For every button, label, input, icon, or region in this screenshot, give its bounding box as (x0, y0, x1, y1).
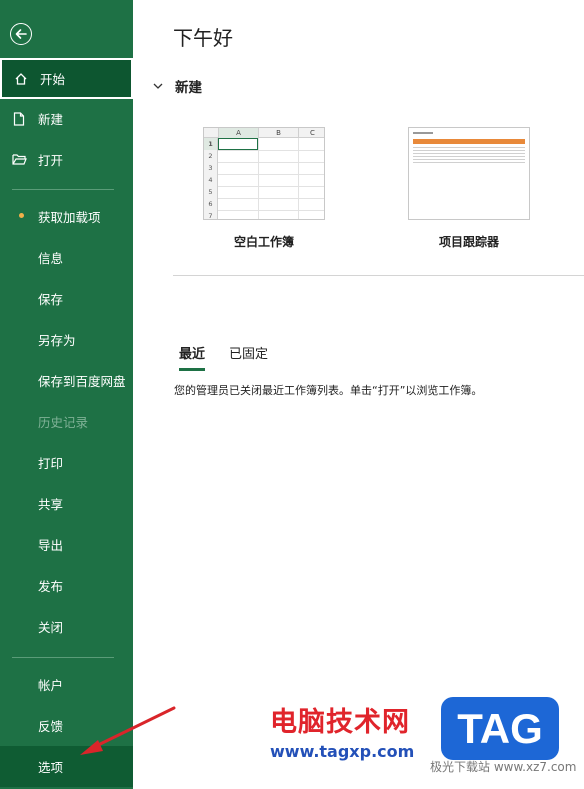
nav-home[interactable]: 开始 (0, 58, 133, 99)
thumbnail-row (413, 156, 525, 157)
thumbnail-header-band (413, 139, 525, 144)
section-divider (173, 275, 584, 276)
open-folder-icon (0, 153, 38, 166)
nav-label: 打印 (38, 456, 64, 471)
row-header: 1 (204, 138, 218, 150)
nav-new[interactable]: 新建 (0, 98, 133, 139)
watermark-small-text: 极光下载站 www.xz7.com (430, 760, 577, 774)
row-header: 2 (204, 150, 218, 162)
selected-cell (218, 138, 258, 150)
nav-label: 发布 (38, 579, 64, 594)
recent-disabled-message: 您的管理员已关闭最近工作簿列表。单击“打开”以浏览工作簿。 (174, 384, 483, 397)
chevron-down-icon (153, 83, 165, 89)
template-label: 空白工作簿 (233, 235, 294, 249)
row-header: 4 (204, 174, 218, 186)
column-header: A (218, 128, 258, 138)
row-header: 7 (204, 210, 218, 219)
nav-close[interactable]: 关闭 (0, 606, 133, 647)
nav-publish[interactable]: 发布 (0, 565, 133, 606)
notification-dot (19, 213, 24, 218)
grid-line (298, 138, 299, 219)
backstage-sidebar: 开始 新建 打开 获取加载项 信息 保存 另存为 保存到百度网盘 历史记录 打印… (0, 0, 133, 789)
nav-label: 获取加载项 (38, 210, 101, 225)
grid-line (218, 186, 324, 187)
nav-label: 信息 (38, 251, 64, 266)
grid-line (258, 138, 259, 219)
grid-line (218, 174, 324, 175)
new-document-icon (0, 111, 38, 126)
nav-share[interactable]: 共享 (0, 483, 133, 524)
nav-label: 保存到百度网盘 (38, 374, 126, 389)
thumbnail-row (413, 162, 525, 163)
blank-workbook-thumbnail: A B C 1 2 3 4 5 6 7 (203, 127, 325, 220)
sidebar-divider (12, 657, 114, 658)
column-header: C (298, 128, 324, 138)
nav-history: 历史记录 (0, 401, 133, 442)
nav-label: 帐户 (38, 678, 64, 693)
column-header-row: A B C (204, 128, 324, 138)
recent-tabs: 最近 已固定 (179, 343, 292, 371)
nav-label: 共享 (38, 497, 64, 512)
nav-save[interactable]: 保存 (0, 278, 133, 319)
sidebar-divider (12, 189, 114, 190)
nav-open[interactable]: 打开 (0, 139, 133, 180)
grid-line (218, 150, 324, 151)
template-project-tracker[interactable]: 项目跟踪器 (408, 127, 530, 250)
nav-label: 另存为 (38, 333, 76, 348)
nav-save-to-baidu[interactable]: 保存到百度网盘 (0, 360, 133, 401)
nav-label: 关闭 (38, 620, 64, 635)
project-tracker-thumbnail (408, 127, 530, 220)
grid-line (218, 198, 324, 199)
nav-label: 新建 (38, 112, 64, 127)
grid-line (218, 210, 324, 211)
nav-info[interactable]: 信息 (0, 237, 133, 278)
nav-label: 历史记录 (38, 415, 89, 430)
template-blank-workbook[interactable]: A B C 1 2 3 4 5 6 7 空白工作簿 (203, 127, 325, 250)
back-arrow-icon[interactable] (10, 23, 32, 45)
template-label: 项目跟踪器 (438, 235, 499, 249)
column-header: B (258, 128, 298, 138)
home-icon (2, 72, 40, 86)
row-header: 6 (204, 198, 218, 210)
tab-pinned[interactable]: 已固定 (229, 343, 268, 371)
grid-line (218, 162, 324, 163)
thumbnail-row (413, 159, 525, 160)
tab-recent[interactable]: 最近 (179, 343, 206, 371)
annotation-arrow-icon (80, 706, 176, 755)
nav-export[interactable]: 导出 (0, 524, 133, 565)
row-header: 5 (204, 186, 218, 198)
thumbnail-title-line (413, 132, 433, 134)
watermark-text: 电脑技术网 (270, 707, 410, 738)
nav-print[interactable]: 打印 (0, 442, 133, 483)
greeting-title: 下午好 (173, 26, 233, 50)
nav-label: 反馈 (38, 719, 64, 734)
row-header: 3 (204, 162, 218, 174)
nav-label: 打开 (38, 153, 64, 168)
thumbnail-row (413, 150, 525, 151)
nav-label: 导出 (38, 538, 64, 553)
nav-save-as[interactable]: 另存为 (0, 319, 133, 360)
nav-get-addins[interactable]: 获取加载项 (0, 196, 133, 237)
watermark-logo: TAG (441, 697, 559, 760)
watermark-url: www.tagxp.com (270, 742, 415, 761)
thumbnail-row (413, 147, 525, 148)
nav-label: 选项 (38, 760, 64, 775)
thumbnail-row (413, 153, 525, 154)
nav-label: 保存 (38, 292, 64, 307)
backstage-main: 下午好 新建 A B C 1 2 3 4 5 6 7 空白工作簿 项目跟踪器 最… (133, 0, 584, 789)
nav-label: 开始 (40, 72, 66, 87)
new-section-label: 新建 (175, 80, 202, 96)
new-section-header[interactable]: 新建 (153, 76, 202, 96)
nav-account[interactable]: 帐户 (0, 664, 133, 705)
